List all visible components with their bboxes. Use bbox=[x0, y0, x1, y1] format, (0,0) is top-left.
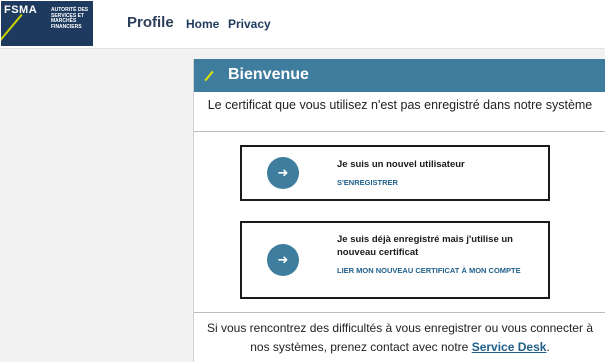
new-user-option[interactable]: ➜ Je suis un nouvel utilisateur S'ENREGI… bbox=[240, 145, 550, 201]
help-text-end: . bbox=[546, 340, 550, 354]
new-user-heading: Je suis un nouvel utilisateur bbox=[337, 159, 465, 170]
link-certificate-link[interactable]: LIER MON NOUVEAU CERTIFICAT À MON COMPTE bbox=[337, 265, 527, 276]
panel-title: Bienvenue bbox=[228, 66, 309, 83]
app-title[interactable]: Profile bbox=[127, 14, 174, 31]
logo-slash-mark bbox=[1, 14, 23, 45]
link-certificate-option[interactable]: ➜ Je suis déjà enregistré mais j'utilise… bbox=[240, 221, 550, 299]
logo-tagline: AUTORITÉ DES SERVICES ET MARCHÉS FINANCI… bbox=[51, 7, 89, 30]
top-navbar: FSMA AUTORITÉ DES SERVICES ET MARCHÉS FI… bbox=[0, 0, 605, 49]
divider bbox=[194, 312, 605, 313]
panel-header: Bienvenue bbox=[194, 59, 605, 92]
arrow-right-icon[interactable]: ➜ bbox=[267, 244, 299, 276]
arrow-right-icon[interactable]: ➜ bbox=[267, 157, 299, 189]
help-text: Si vous rencontrez des difficultés à vou… bbox=[196, 319, 604, 357]
certificate-message: Le certificat que vous utilisez n'est pa… bbox=[207, 98, 593, 112]
nav-home-link[interactable]: Home bbox=[186, 17, 219, 31]
fsma-logo[interactable]: FSMA AUTORITÉ DES SERVICES ET MARCHÉS FI… bbox=[1, 1, 93, 46]
divider bbox=[194, 131, 605, 132]
nav-privacy-link[interactable]: Privacy bbox=[228, 17, 271, 31]
register-link[interactable]: S'ENREGISTRER bbox=[337, 177, 527, 188]
service-desk-link[interactable]: Service Desk bbox=[472, 340, 547, 354]
existing-user-heading: Je suis déjà enregistré mais j'utilise u… bbox=[337, 234, 513, 258]
slash-accent-icon bbox=[204, 70, 214, 82]
welcome-panel: Bienvenue Le certificat que vous utilise… bbox=[193, 59, 605, 362]
